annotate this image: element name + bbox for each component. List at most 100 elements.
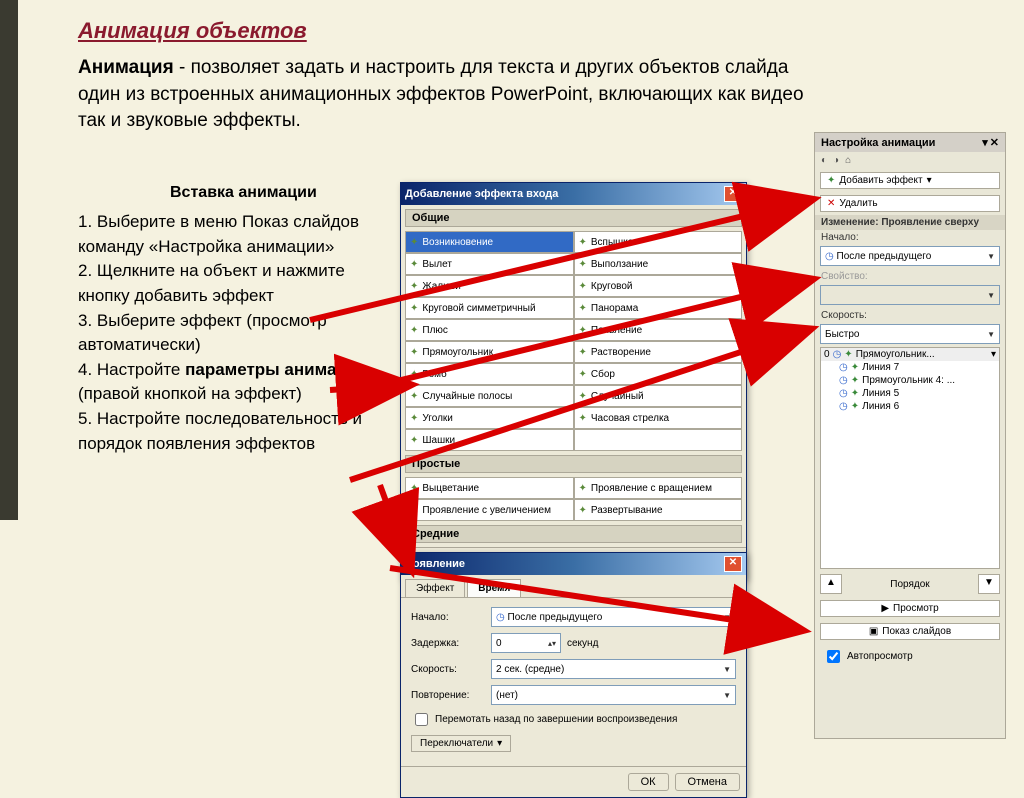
- intro-paragraph: Анимация - позволяет задать и настроить …: [78, 55, 808, 135]
- effects-grid-common: ✦Возникновение✦Вспышка✦Вылет✦Выползание✦…: [401, 231, 746, 451]
- effect-label: Проявление с вращением: [591, 483, 712, 494]
- add-effect-button[interactable]: ✦ Добавить эффект ▾: [820, 172, 1000, 189]
- x-icon: ✕: [827, 198, 835, 209]
- effect-item[interactable]: ✦Выцветание: [405, 477, 574, 499]
- effect-item[interactable]: ✦Появление: [574, 319, 743, 341]
- rewind-checkbox-input[interactable]: [415, 713, 428, 726]
- close-icon[interactable]: ✕: [724, 556, 742, 572]
- star-icon: ✦: [579, 237, 587, 248]
- pane-property-dropdown: ▼: [820, 285, 1000, 305]
- effect-item[interactable]: ✦Прямоугольник: [405, 341, 574, 363]
- effect-item[interactable]: ✦Растворение: [574, 341, 743, 363]
- repeat-dropdown[interactable]: (нет) ▼: [491, 685, 736, 705]
- effect-label: Шашки: [422, 435, 455, 446]
- intro-rest: - позволяет задать и настроить для текст…: [78, 57, 804, 131]
- star-icon: ✦: [410, 347, 418, 358]
- dialog-title: Добавление эффекта входа: [405, 188, 558, 200]
- star-icon: ✦: [410, 325, 418, 336]
- list-item[interactable]: ◷✦Прямоугольник 4: ...: [821, 374, 999, 387]
- list-item[interactable]: ◷✦Линия 5: [821, 387, 999, 400]
- effect-item[interactable]: ✦Круговой: [574, 275, 743, 297]
- star-icon: ✦: [579, 413, 587, 424]
- move-down-button[interactable]: ▼: [978, 574, 1000, 594]
- effect-item[interactable]: ✦Возникновение: [405, 231, 574, 253]
- pane-start-dropdown[interactable]: ◷ После предыдущего ▼: [820, 246, 1000, 266]
- tab-time[interactable]: Время: [467, 579, 521, 597]
- speed-dropdown[interactable]: 2 сек. (средне) ▼: [491, 659, 736, 679]
- effect-label: Вылет: [422, 259, 452, 270]
- timing-tabs: Эффект Время: [401, 575, 746, 598]
- pane-speed-dropdown[interactable]: Быстро ▼: [820, 324, 1000, 344]
- remove-button[interactable]: ✕ Удалить: [820, 195, 1000, 212]
- star-icon: ✦: [851, 362, 859, 373]
- back-icon[interactable]: ◐: [821, 155, 827, 166]
- play-button[interactable]: ▶ Просмотр: [820, 600, 1000, 617]
- chevron-down-icon: ▾: [497, 738, 502, 749]
- chevron-down-icon[interactable]: ▾: [982, 136, 988, 149]
- effect-label: Развертывание: [591, 505, 663, 516]
- effect-item[interactable]: ✦Проявление с увеличением: [405, 499, 574, 521]
- intro-bold: Анимация: [78, 57, 174, 78]
- star-icon: ✦: [410, 483, 418, 494]
- effect-item[interactable]: ✦Вылет: [405, 253, 574, 275]
- animation-list[interactable]: 0◷✦Прямоугольник...▾◷✦Линия 7◷✦Прямоугол…: [820, 347, 1000, 569]
- star-icon: ✦: [579, 303, 587, 314]
- effect-item[interactable]: ✦Проявление с вращением: [574, 477, 743, 499]
- rewind-checkbox[interactable]: Перемотать назад по завершении воспроизв…: [401, 708, 746, 731]
- effect-item[interactable]: ✦Развертывание: [574, 499, 743, 521]
- step-1: 1. Выберите в меню Показ слайдов команду…: [78, 210, 388, 259]
- delay-row: Задержка: 0 ▴▾ секунд: [401, 630, 746, 656]
- effect-item[interactable]: ✦Шашки: [405, 429, 574, 451]
- list-item[interactable]: ◷✦Линия 7: [821, 361, 999, 374]
- effect-item[interactable]: ✦Случайный: [574, 385, 743, 407]
- effect-item[interactable]: ✦Выползание: [574, 253, 743, 275]
- autopreview-checkbox[interactable]: Автопросмотр: [815, 643, 1005, 670]
- star-icon: ✦: [579, 391, 587, 402]
- star-icon: ✦: [827, 175, 835, 186]
- effect-item[interactable]: ✦Вспышка: [574, 231, 743, 253]
- star-icon: ✦: [410, 237, 418, 248]
- pane-speed-label: Скорость:: [815, 308, 1005, 323]
- star-icon: ✦: [851, 388, 859, 399]
- effect-label: Ромб: [422, 369, 446, 380]
- instructions-list: 1. Выберите в меню Показ слайдов команду…: [78, 210, 388, 456]
- delay-spinner[interactable]: 0 ▴▾: [491, 633, 561, 653]
- effect-item[interactable]: ✦Ромб: [405, 363, 574, 385]
- forward-icon[interactable]: ◑: [833, 155, 839, 166]
- effect-item[interactable]: ✦ Плюс: [405, 319, 574, 341]
- effect-label: Плюс: [422, 325, 448, 336]
- effect-item[interactable]: ✦Случайные полосы: [405, 385, 574, 407]
- slideshow-button[interactable]: ▣ Показ слайдов: [820, 623, 1000, 640]
- chevron-down-icon: ▾: [927, 175, 932, 186]
- clock-icon: ◷: [825, 251, 834, 262]
- triggers-button[interactable]: Переключатели ▾: [411, 735, 511, 752]
- home-icon[interactable]: ⌂: [845, 155, 851, 166]
- clock-icon: ◷: [839, 401, 848, 412]
- effect-item[interactable]: ✦Часовая стрелка: [574, 407, 743, 429]
- close-icon[interactable]: ✕: [990, 136, 999, 149]
- effect-item[interactable]: ✦Панорама: [574, 297, 743, 319]
- pane-nav: ◐ ◑ ⌂: [815, 152, 1005, 169]
- start-dropdown[interactable]: ◷ После предыдущего ▼: [491, 607, 736, 627]
- effect-label: Проявление с увеличением: [422, 505, 551, 516]
- pane-title: Настройка анимации ▾ ✕: [815, 133, 1005, 152]
- section-subtitle: Вставка анимации: [170, 184, 317, 202]
- clock-icon: ◷: [839, 375, 848, 386]
- autopreview-input[interactable]: [827, 650, 840, 663]
- spinner-icon: ▴▾: [548, 639, 556, 648]
- cancel-button[interactable]: Отмена: [675, 773, 740, 791]
- effect-label: Круговой симметричный: [422, 303, 535, 314]
- effect-item[interactable]: ✦Уголки: [405, 407, 574, 429]
- move-up-button[interactable]: ▲: [820, 574, 842, 594]
- close-icon[interactable]: ✕: [724, 186, 742, 202]
- star-icon: ✦: [410, 303, 418, 314]
- effect-item[interactable]: ✦Жалюзи: [405, 275, 574, 297]
- step-4: 4. Настройте параметры анимации (правой …: [78, 358, 388, 407]
- effect-item[interactable]: ✦ Круговой симметричный: [405, 297, 574, 319]
- tab-effect[interactable]: Эффект: [405, 579, 465, 597]
- effect-item[interactable]: [574, 429, 743, 451]
- chevron-down-icon[interactable]: ▾: [991, 349, 996, 360]
- effect-item[interactable]: ✦Сбор: [574, 363, 743, 385]
- ok-button[interactable]: ОК: [628, 773, 669, 791]
- list-item[interactable]: ◷✦Линия 6: [821, 400, 999, 413]
